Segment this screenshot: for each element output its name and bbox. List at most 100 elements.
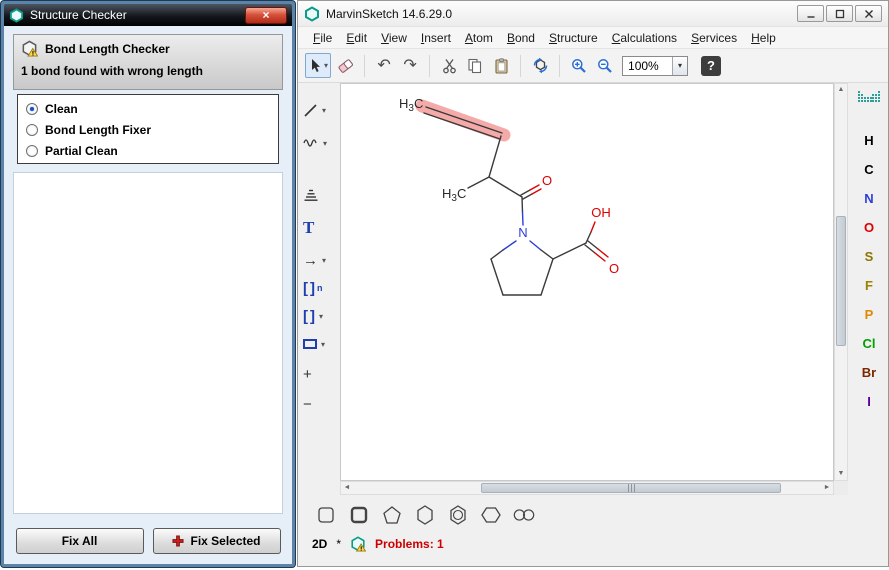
- scroll-down-icon[interactable]: ▼: [835, 468, 847, 480]
- zoom-level-combo[interactable]: 100% ▾: [622, 56, 688, 76]
- fix-selected-label: Fix Selected: [190, 534, 260, 548]
- screen: Structure Checker × Bond Length Checker: [0, 0, 889, 570]
- bracket-tool-button[interactable]: [ ] ▾: [303, 307, 337, 325]
- menu-atom[interactable]: Atom: [458, 29, 500, 47]
- select-tool-button[interactable]: ▾: [305, 53, 331, 78]
- element-button-i[interactable]: I: [848, 394, 889, 409]
- undo-button[interactable]: ↶: [372, 53, 396, 78]
- maximize-button[interactable]: [826, 5, 853, 22]
- scroll-up-icon[interactable]: ▲: [835, 84, 847, 96]
- chevron-down-icon: ▾: [324, 61, 328, 70]
- element-button-o[interactable]: O: [848, 220, 889, 235]
- zoom-in-button[interactable]: [567, 53, 591, 78]
- radio-option-bond-length-fixer[interactable]: Bond Length Fixer: [26, 119, 270, 140]
- radio-selected-icon[interactable]: [26, 103, 38, 115]
- element-button-h[interactable]: H: [848, 133, 889, 148]
- element-button-n[interactable]: N: [848, 191, 889, 206]
- checker-close-button[interactable]: ×: [245, 7, 287, 24]
- checker-message: 1 bond found with wrong length: [21, 64, 275, 78]
- element-button-br[interactable]: Br: [848, 365, 889, 380]
- check-structure-button[interactable]: [528, 53, 552, 78]
- atom-label-hydroxyl[interactable]: OH: [591, 205, 611, 220]
- radio-label: Clean: [45, 102, 78, 116]
- element-button-cl[interactable]: Cl: [848, 336, 889, 351]
- zoom-level-value: 100%: [623, 59, 672, 73]
- ring-template-bar: [298, 501, 888, 529]
- cut-button[interactable]: [437, 53, 461, 78]
- text-tool-button[interactable]: T: [303, 218, 337, 236]
- reaction-arrow-tool-button[interactable]: → ▾: [303, 251, 337, 269]
- menu-calculations[interactable]: Calculations: [605, 29, 684, 47]
- menu-edit[interactable]: Edit: [339, 29, 374, 47]
- chevron-down-icon: ▾: [323, 139, 327, 148]
- rectangle-selection-tool-button[interactable]: ▾: [303, 335, 337, 353]
- main-titlebar[interactable]: MarvinSketch 14.6.29.0: [298, 1, 888, 27]
- element-button-f[interactable]: F: [848, 278, 889, 293]
- repeating-group-tool-button[interactable]: [ ] n: [303, 279, 337, 297]
- periodic-table-button[interactable]: [858, 91, 880, 105]
- template-cyclopentane-button[interactable]: [347, 503, 371, 527]
- decrease-charge-button[interactable]: −: [303, 395, 337, 413]
- benzene-ring-icon: [447, 504, 469, 526]
- redo-button[interactable]: ↷: [398, 53, 422, 78]
- statusbar: 2D * Problems: 1: [298, 531, 888, 557]
- zoom-out-button[interactable]: [593, 53, 617, 78]
- menu-bond[interactable]: Bond: [500, 29, 542, 47]
- canvas-horizontal-scrollbar[interactable]: ◄ ►: [340, 481, 834, 495]
- periodic-table-grid-icon: [858, 91, 880, 105]
- eraser-button[interactable]: [333, 53, 357, 78]
- sketch-canvas[interactable]: H3C H3C N O OH O: [340, 83, 834, 481]
- vertical-scroll-thumb[interactable]: [836, 216, 846, 346]
- radio-unselected-icon[interactable]: [26, 124, 38, 136]
- element-button-s[interactable]: S: [848, 249, 889, 264]
- toolbar-separator: [520, 55, 521, 77]
- menu-file[interactable]: File: [306, 29, 339, 47]
- dimension-indicator[interactable]: 2D: [312, 537, 327, 551]
- menu-services[interactable]: Services: [684, 29, 744, 47]
- radio-option-clean[interactable]: Clean: [26, 98, 270, 119]
- atom-label-methyl-branch[interactable]: H3C: [442, 186, 466, 204]
- drawing-tool-column: ▾ ▾ T → ▾ [ ] n: [298, 83, 340, 499]
- wavy-bond-tool-button[interactable]: ▾: [303, 134, 337, 152]
- window-controls: [797, 5, 882, 22]
- element-button-c[interactable]: C: [848, 162, 889, 177]
- hashed-bond-tool-button[interactable]: [303, 186, 337, 204]
- minimize-button[interactable]: [797, 5, 824, 22]
- checker-titlebar[interactable]: Structure Checker ×: [4, 4, 292, 26]
- fix-selected-button[interactable]: Fix Selected: [153, 528, 281, 554]
- checker-results-list[interactable]: [13, 172, 283, 514]
- template-hexagon-button[interactable]: [413, 503, 437, 527]
- canvas-vertical-scrollbar[interactable]: ▲ ▼: [834, 83, 848, 481]
- template-cyclohexane-alt-button[interactable]: [479, 503, 503, 527]
- atom-label-carboxyl-oxygen[interactable]: O: [609, 261, 619, 276]
- menu-structure[interactable]: Structure: [542, 29, 605, 47]
- template-cyclobutane-button[interactable]: [314, 503, 338, 527]
- horizontal-scroll-thumb[interactable]: [481, 483, 781, 493]
- help-button[interactable]: ?: [701, 56, 721, 76]
- copy-icon: [467, 58, 483, 74]
- atom-label-carbonyl-oxygen[interactable]: O: [542, 173, 552, 188]
- paste-button[interactable]: [489, 53, 513, 78]
- template-pentagon-button[interactable]: [380, 503, 404, 527]
- template-fused-rings-button[interactable]: [512, 503, 536, 527]
- element-button-p[interactable]: P: [848, 307, 889, 322]
- menu-insert[interactable]: Insert: [414, 29, 458, 47]
- template-benzene-button[interactable]: [446, 503, 470, 527]
- atom-label-nitrogen[interactable]: N: [518, 225, 527, 240]
- fix-all-button[interactable]: Fix All: [16, 528, 144, 554]
- problems-count[interactable]: Problems: 1: [375, 537, 444, 551]
- main-toolbar: ▾ ↶ ↷: [298, 49, 888, 83]
- scroll-right-icon[interactable]: ►: [821, 482, 833, 494]
- bond-tool-button[interactable]: ▾: [303, 101, 337, 119]
- close-button[interactable]: [855, 5, 882, 22]
- minus-icon: −: [303, 397, 312, 412]
- menu-view[interactable]: View: [374, 29, 414, 47]
- zoom-dropdown-button[interactable]: ▾: [672, 57, 687, 75]
- menu-help[interactable]: Help: [744, 29, 783, 47]
- copy-button[interactable]: [463, 53, 487, 78]
- radio-unselected-icon[interactable]: [26, 145, 38, 157]
- scroll-left-icon[interactable]: ◄: [341, 482, 353, 494]
- radio-label: Partial Clean: [45, 144, 118, 158]
- radio-option-partial-clean[interactable]: Partial Clean: [26, 140, 270, 161]
- increase-charge-button[interactable]: +: [303, 365, 337, 383]
